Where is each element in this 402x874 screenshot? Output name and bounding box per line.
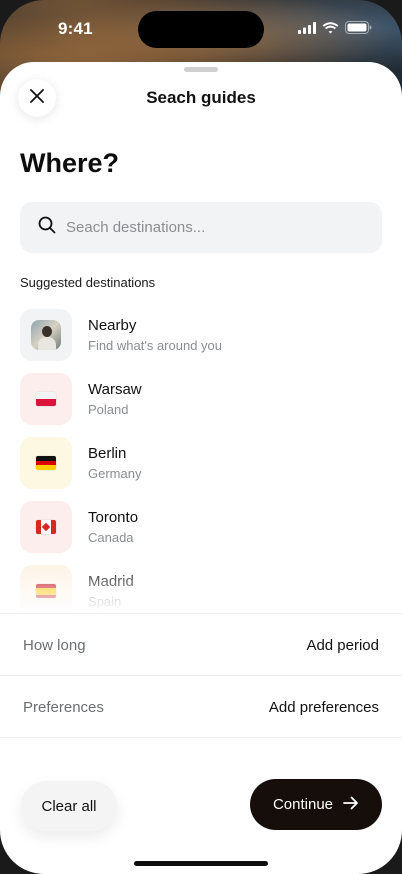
destination-name: Warsaw xyxy=(88,380,142,398)
dynamic-island xyxy=(138,11,264,48)
list-item-toronto[interactable]: Toronto Canada xyxy=(20,495,382,559)
destination-subtitle: Germany xyxy=(88,465,142,481)
sheet-grabber[interactable] xyxy=(184,67,218,72)
clear-all-button[interactable]: Clear all xyxy=(21,781,117,831)
home-indicator xyxy=(134,861,268,866)
destination-thumb xyxy=(20,501,72,553)
continue-label: Continue xyxy=(272,796,334,813)
cellular-signal-icon xyxy=(298,21,316,34)
status-time: 9:41 xyxy=(58,19,93,38)
continue-button[interactable]: Continue xyxy=(250,779,382,830)
phone-screen: 9:41 Seach guides Where? Seach destinati… xyxy=(0,0,402,874)
divider xyxy=(0,737,402,738)
page-heading: Where? xyxy=(20,148,120,178)
how-long-row[interactable]: How long Add period xyxy=(23,633,379,657)
destination-subtitle: Poland xyxy=(88,401,129,417)
status-icons xyxy=(298,21,372,34)
divider xyxy=(0,613,402,614)
destination-subtitle: Find what's around you xyxy=(88,337,223,353)
canada-flag-icon xyxy=(36,520,56,534)
list-item-nearby[interactable]: Nearby Find what's around you xyxy=(20,303,382,367)
avatar-photo xyxy=(31,320,61,350)
suggested-label: Suggested destinations xyxy=(20,275,156,290)
sheet-title: Seach guides xyxy=(146,88,256,107)
destination-thumb xyxy=(20,309,72,361)
destination-subtitle: Spain xyxy=(88,593,122,609)
list-item-madrid[interactable]: Madrid Spain xyxy=(20,559,382,609)
list-item-warsaw[interactable]: Warsaw Poland xyxy=(20,367,382,431)
add-preferences-button[interactable]: Add preferences xyxy=(269,699,379,716)
destination-name: Toronto xyxy=(88,508,139,526)
destination-name: Madrid xyxy=(88,572,134,590)
destination-list: Nearby Find what's around you Warsaw Pol… xyxy=(20,303,382,609)
destination-name: Nearby xyxy=(88,316,137,334)
battery-icon xyxy=(345,21,372,34)
search-icon xyxy=(38,216,56,239)
destination-thumb xyxy=(20,437,72,489)
destination-thumb xyxy=(20,373,72,425)
divider xyxy=(0,675,402,676)
wifi-icon xyxy=(322,21,339,34)
poland-flag-icon xyxy=(36,392,56,406)
add-period-button[interactable]: Add period xyxy=(306,637,379,654)
preferences-label: Preferences xyxy=(23,698,104,716)
search-field[interactable] xyxy=(20,202,382,253)
preferences-row[interactable]: Preferences Add preferences xyxy=(23,695,379,719)
destination-subtitle: Canada xyxy=(88,529,134,545)
germany-flag-icon xyxy=(36,456,56,470)
search-sheet: Seach guides Where? Suggested destinatio… xyxy=(0,62,402,874)
destination-name: Berlin xyxy=(88,444,127,462)
clear-all-label: Clear all xyxy=(41,797,97,815)
destination-thumb xyxy=(20,565,72,609)
arrow-right-icon xyxy=(343,796,359,814)
spain-flag-icon xyxy=(36,584,56,598)
list-item-berlin[interactable]: Berlin Germany xyxy=(20,431,382,495)
status-bar: 9:41 xyxy=(0,0,402,58)
search-input[interactable] xyxy=(66,219,346,236)
how-long-label: How long xyxy=(23,636,86,654)
